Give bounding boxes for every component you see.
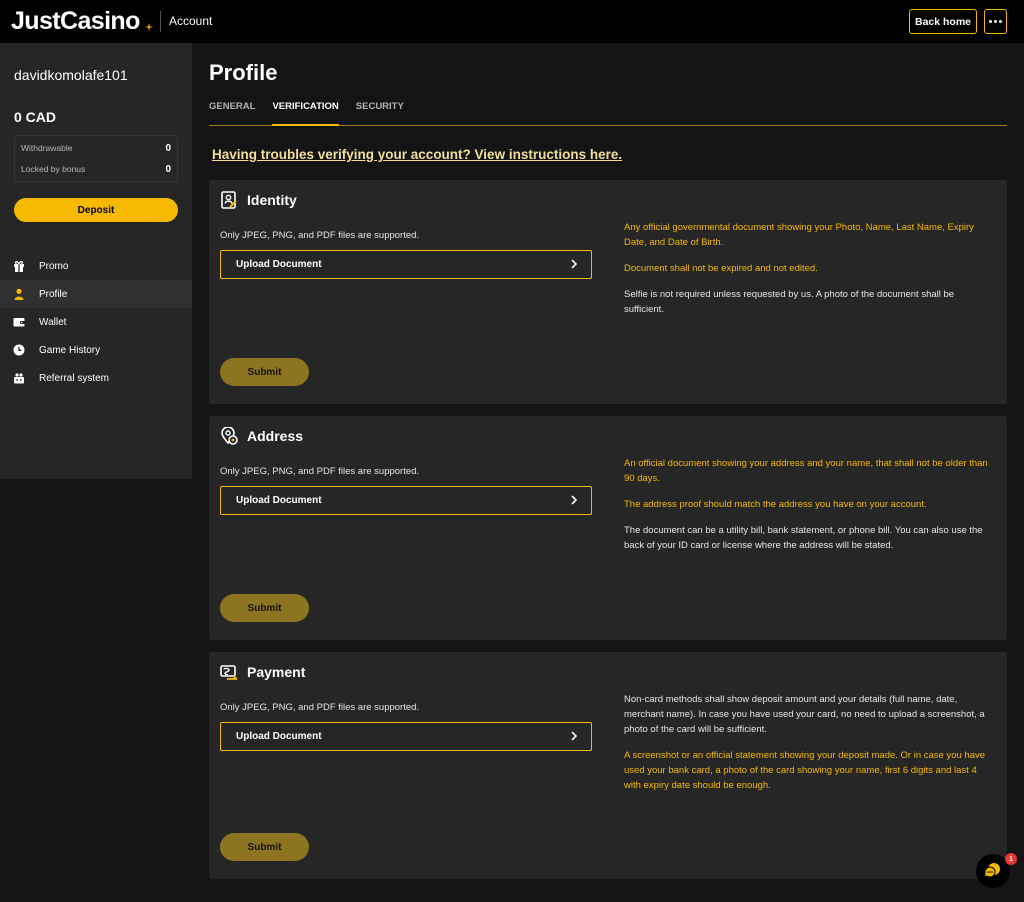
payment-card: Payment Only JPEG, PNG, and PDF files ar… (209, 652, 1007, 879)
card-title: Address (247, 428, 304, 444)
sidebar-item-label: Wallet (39, 316, 67, 328)
requirement-note: Selfie is not required unless requested … (624, 289, 955, 315)
back-home-button[interactable]: Back home (909, 9, 977, 34)
requirement-note: A screenshot or an official statement sh… (624, 750, 986, 791)
id-card-icon (221, 191, 237, 209)
clock-icon (13, 344, 25, 356)
logo-star-icon (145, 23, 153, 31)
locked-by-bonus-value: 0 (165, 164, 171, 175)
locked-by-bonus-label: Locked by bonus (21, 164, 86, 174)
upload-document-label: Upload Document (236, 495, 322, 506)
upload-document-label: Upload Document (236, 731, 322, 742)
sidebar-item-referral-system[interactable]: Referral system (0, 364, 192, 392)
tab-verification[interactable]: VERIFICATION (272, 96, 339, 126)
requirements-notes: Non-card methods shall show deposit amou… (624, 692, 996, 804)
submit-button[interactable]: Submit (220, 833, 309, 861)
payment-card-icon (220, 665, 238, 680)
notification-badge: 1 (1005, 853, 1017, 865)
chevron-right-icon (571, 731, 578, 741)
deposit-button[interactable]: Deposit (14, 198, 178, 222)
verification-help-link[interactable]: Having troubles verifying your account? … (212, 147, 622, 162)
more-menu-button[interactable] (984, 9, 1007, 34)
header-divider (160, 11, 161, 32)
submit-button[interactable]: Submit (220, 594, 309, 622)
logo[interactable]: JustCasino (11, 7, 140, 36)
profile-tabs: GENERAL VERIFICATION SECURITY (209, 96, 1007, 126)
top-bar: JustCasino Account Back home (0, 0, 1024, 43)
card-title: Identity (247, 192, 297, 208)
upload-document-button[interactable]: Upload Document (220, 722, 592, 751)
chevron-right-icon (571, 259, 578, 269)
balance: 0 CAD (14, 109, 57, 125)
balance-breakdown: Withdrawable 0 Locked by bonus 0 (14, 135, 178, 182)
identity-card: Identity Only JPEG, PNG, and PDF files a… (209, 180, 1007, 404)
page-title: Profile (209, 60, 278, 85)
withdrawable-label: Withdrawable (21, 143, 73, 153)
sidebar-item-label: Referral system (39, 372, 110, 384)
requirements-notes: An official document showing your addres… (624, 456, 996, 564)
sidebar-item-profile[interactable]: Profile (0, 280, 192, 308)
sidebar-item-label: Game History (39, 344, 101, 356)
withdrawable-row: Withdrawable 0 (21, 143, 171, 154)
locked-by-bonus-row: Locked by bonus 0 (21, 164, 171, 175)
referral-icon (13, 372, 25, 384)
requirement-note: Any official governmental document showi… (624, 222, 974, 248)
upload-document-label: Upload Document (236, 259, 322, 270)
sidebar-item-game-history[interactable]: Game History (0, 336, 192, 364)
gift-icon (13, 260, 25, 272)
requirement-note: Document shall not be expired and not ed… (624, 263, 818, 274)
sidebar-item-promo[interactable]: Promo (0, 252, 192, 280)
ellipsis-icon (989, 20, 992, 23)
wallet-icon (13, 316, 25, 328)
header-section-label: Account (169, 14, 213, 28)
location-pin-icon (221, 427, 238, 445)
address-card: Address Only JPEG, PNG, and PDF files ar… (209, 416, 1007, 640)
chat-icon (984, 863, 1000, 880)
tab-general[interactable]: GENERAL (209, 96, 255, 126)
sidebar-nav: Promo Profile Wallet Game History Referr… (0, 252, 192, 392)
requirement-note: The address proof should match the addre… (624, 499, 927, 510)
requirements-notes: Any official governmental document showi… (624, 220, 996, 328)
sidebar-item-wallet[interactable]: Wallet (0, 308, 192, 336)
sidebar-item-label: Profile (39, 288, 68, 300)
requirement-note: Non-card methods shall show deposit amou… (624, 694, 985, 735)
submit-button[interactable]: Submit (220, 358, 309, 386)
requirement-note: An official document showing your addres… (624, 458, 988, 484)
requirement-note: The document can be a utility bill, bank… (624, 525, 983, 551)
sidebar: davidkomolafe101 0 CAD Withdrawable 0 Lo… (0, 43, 192, 479)
upload-document-button[interactable]: Upload Document (220, 486, 592, 515)
chevron-right-icon (571, 495, 578, 505)
withdrawable-value: 0 (165, 143, 171, 154)
username: davidkomolafe101 (14, 67, 128, 83)
card-title: Payment (247, 664, 306, 680)
sidebar-item-label: Promo (39, 260, 69, 272)
supported-formats-text: Only JPEG, PNG, and PDF files are suppor… (220, 230, 420, 241)
user-icon (13, 288, 25, 300)
upload-document-button[interactable]: Upload Document (220, 250, 592, 279)
supported-formats-text: Only JPEG, PNG, and PDF files are suppor… (220, 702, 420, 713)
tab-security[interactable]: SECURITY (356, 96, 404, 126)
supported-formats-text: Only JPEG, PNG, and PDF files are suppor… (220, 466, 420, 477)
